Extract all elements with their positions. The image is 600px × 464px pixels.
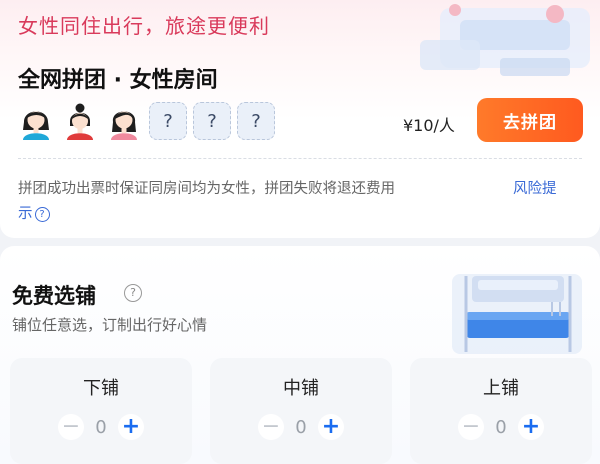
berth-stepper: − 0 + (410, 414, 592, 440)
empty-slot: ? (237, 102, 275, 140)
empty-slot: ? (193, 102, 231, 140)
berth-count: 0 (295, 416, 307, 438)
female-avatar-icon (17, 102, 55, 140)
decoration-illustration (420, 4, 590, 76)
group-title: 全网拼团 · 女性房间 (18, 68, 218, 93)
group-price: ¥10/人 (403, 116, 455, 135)
minus-icon[interactable]: − (258, 414, 284, 440)
question-circle-icon[interactable]: ? (124, 284, 142, 302)
plus-icon[interactable]: + (118, 414, 144, 440)
berth-name: 中铺 (283, 378, 319, 399)
berth-options: 下铺 − 0 + 中铺 − 0 + 上铺 − 0 + (10, 358, 592, 464)
divider (18, 158, 582, 159)
berth-name: 下铺 (83, 378, 119, 399)
join-group-button[interactable]: 去拼团 (477, 98, 583, 142)
berth-card: 免费选铺 ? 铺位任意选，订制出行好心情 下铺 − 0 + 中铺 − 0 + 上… (0, 246, 600, 464)
banner-title: 女性同住出行，旅途更便利 (18, 14, 270, 38)
female-avatar-icon (61, 102, 99, 140)
berth-name: 上铺 (483, 378, 519, 399)
empty-slot: ? (149, 102, 187, 140)
section-title: 免费选铺 (12, 284, 96, 308)
female-avatar-icon (105, 102, 143, 140)
plus-icon[interactable]: + (518, 414, 544, 440)
question-circle-icon: ? (34, 207, 50, 222)
risk-link-label-cont: 示 (18, 206, 33, 222)
minus-icon[interactable]: − (458, 414, 484, 440)
risk-notice-link[interactable]: 风险提 (513, 176, 557, 202)
bunk-bed-illustration (452, 274, 582, 354)
berth-count: 0 (495, 416, 507, 438)
berth-stepper: − 0 + (210, 414, 392, 440)
berth-middle: 中铺 − 0 + (210, 358, 392, 464)
plus-icon[interactable]: + (318, 414, 344, 440)
berth-upper: 上铺 − 0 + (410, 358, 592, 464)
minus-icon[interactable]: − (58, 414, 84, 440)
berth-count: 0 (95, 416, 107, 438)
risk-link-label: 风险提 (513, 181, 557, 197)
berth-lower: 下铺 − 0 + (10, 358, 192, 464)
section-subtitle: 铺位任意选，订制出行好心情 (12, 316, 208, 334)
risk-notice-link-cont[interactable]: 示? (18, 202, 50, 226)
group-notice: 拼团成功出票时保证同房间均为女性，拼团失败将退还费用 (18, 181, 395, 197)
group-card: 女性同住出行，旅途更便利 全网拼团 · 女性房间 ? ? ? ¥10/人 去拼团… (0, 0, 600, 238)
member-slots: ? ? ? (17, 102, 275, 140)
berth-stepper: − 0 + (10, 414, 192, 440)
